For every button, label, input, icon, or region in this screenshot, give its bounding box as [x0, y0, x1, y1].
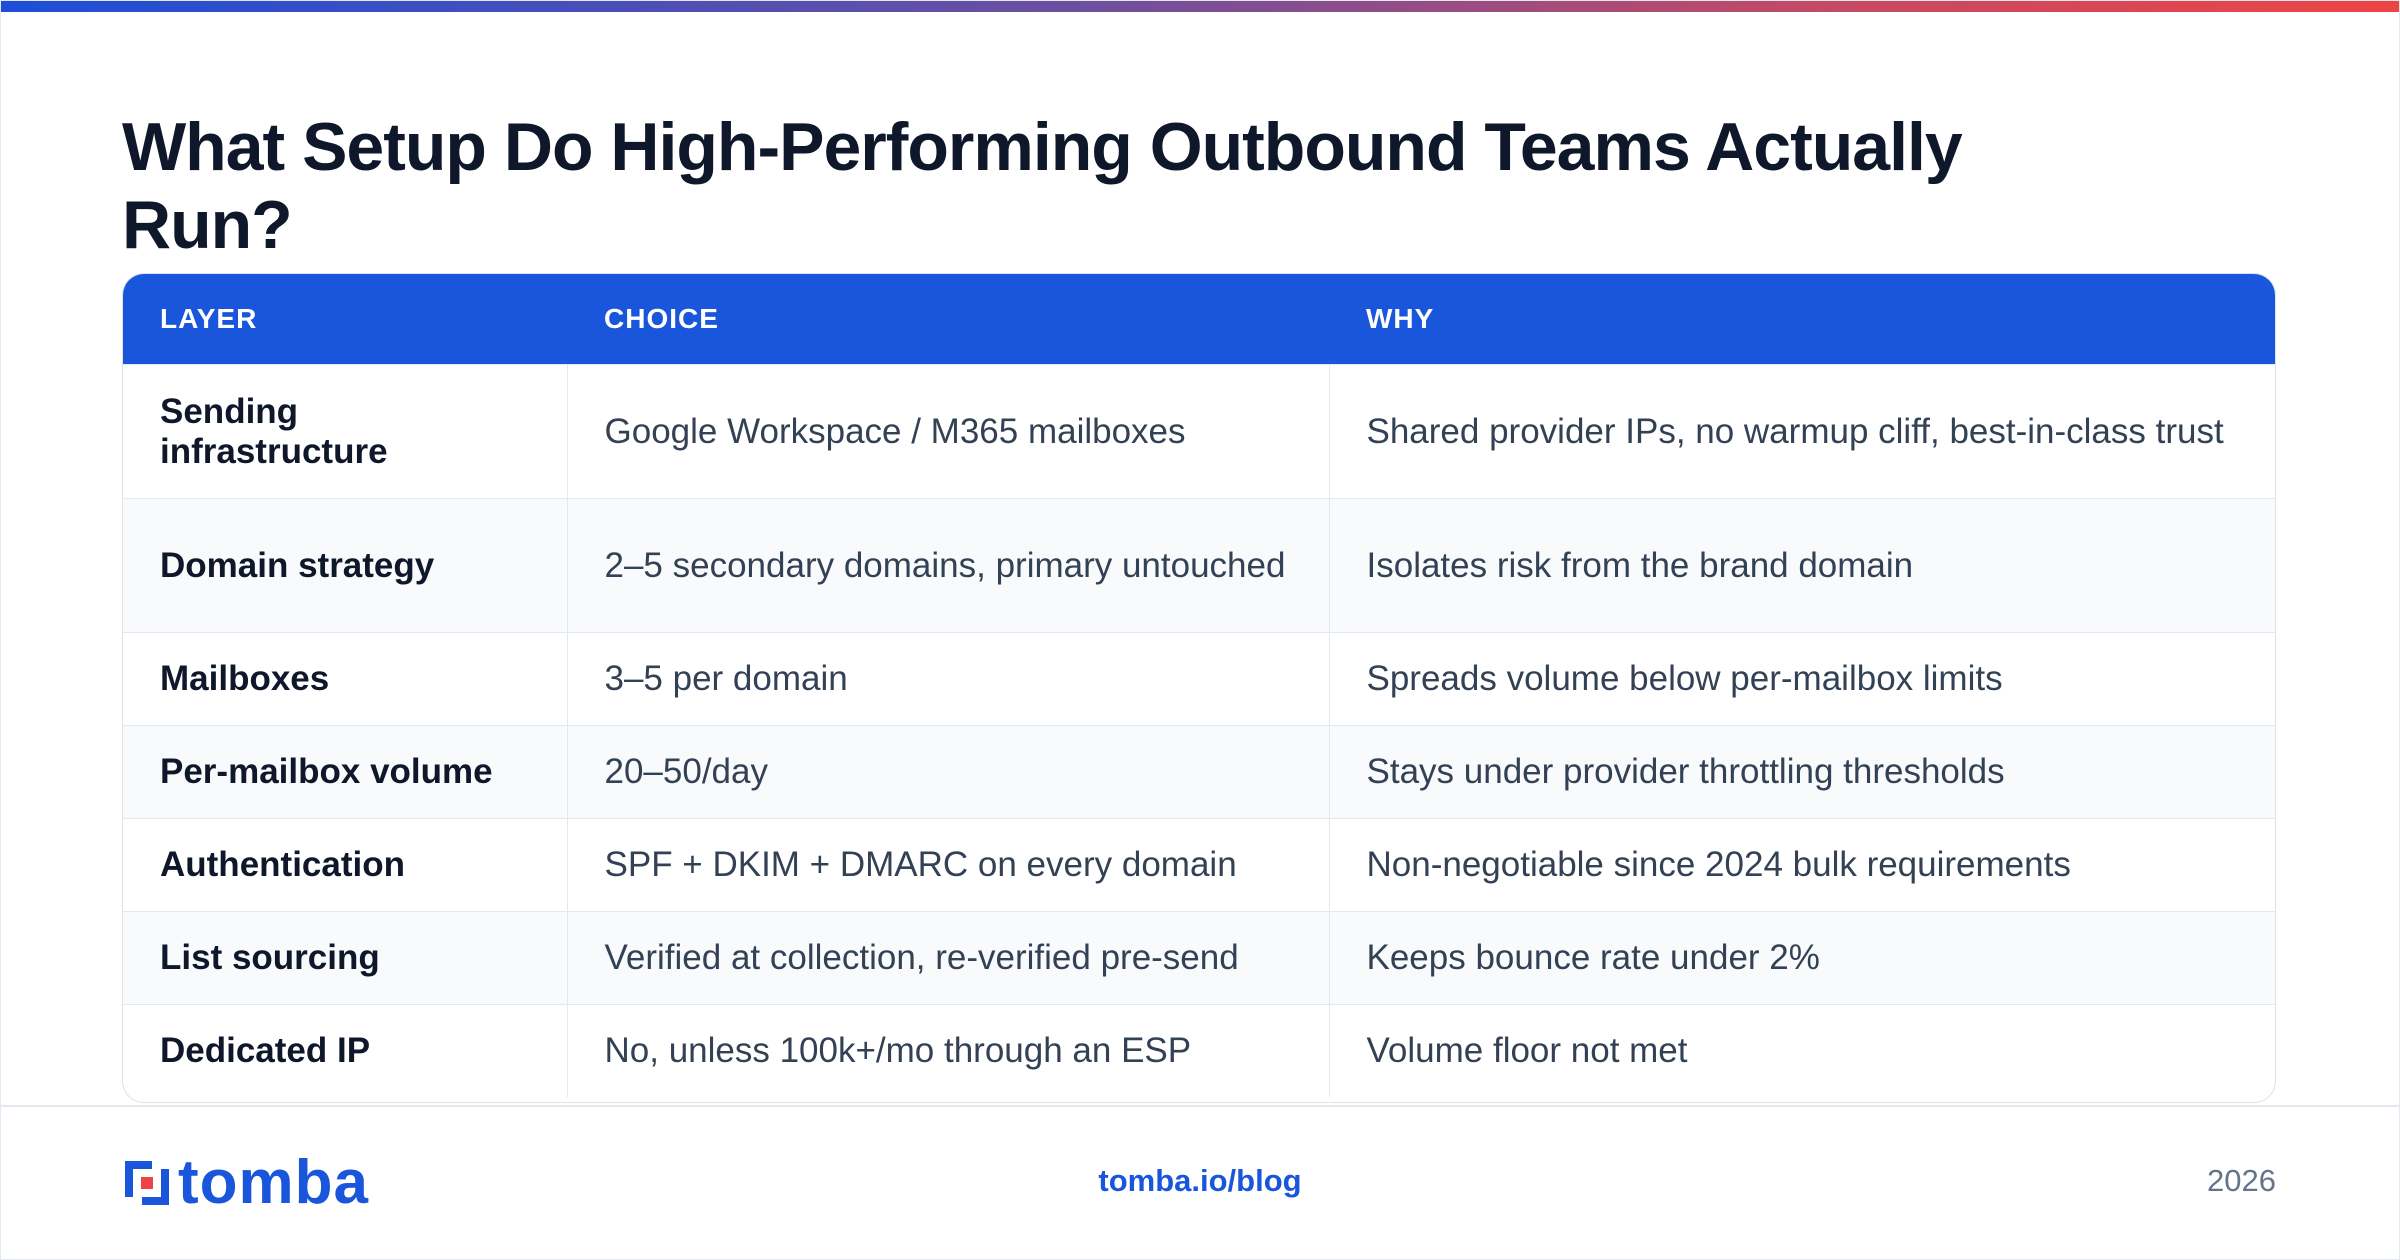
cell-choice: SPF + DKIM + DMARC on every domain — [566, 818, 1329, 912]
cell-layer: Authentication — [123, 818, 567, 912]
header-layer: LAYER — [123, 274, 567, 365]
cell-layer: Sending infrastructure — [123, 364, 567, 499]
table-row: List sourcing Verified at collection, re… — [123, 911, 2275, 1005]
cell-why: Volume floor not met — [1328, 1004, 2275, 1097]
cell-why: Keeps bounce rate under 2% — [1328, 911, 2275, 1005]
table-row: Dedicated IP No, unless 100k+/mo through… — [123, 1004, 2275, 1097]
cell-choice: 2–5 secondary domains, primary untouched — [566, 498, 1329, 633]
cell-why: Stays under provider throttling threshol… — [1328, 725, 2275, 819]
setup-table: LAYER CHOICE WHY Sending infrastructure … — [122, 273, 2276, 1103]
cell-why: Shared provider IPs, no warmup cliff, be… — [1328, 364, 2275, 499]
cell-why: Non-negotiable since 2024 bulk requireme… — [1328, 818, 2275, 912]
blog-link[interactable]: tomba.io/blog — [0, 1163, 2400, 1199]
table-row: Mailboxes 3–5 per domain Spreads volume … — [123, 632, 2275, 726]
cell-layer: Domain strategy — [123, 498, 567, 633]
cell-layer: Dedicated IP — [123, 1004, 567, 1097]
header-why: WHY — [1329, 274, 2275, 365]
cell-why: Spreads volume below per-mailbox limits — [1328, 632, 2275, 726]
cell-layer: Per-mailbox volume — [123, 725, 567, 819]
table-row: Sending infrastructure Google Workspace … — [123, 364, 2275, 499]
cell-layer: Mailboxes — [123, 632, 567, 726]
table-row: Authentication SPF + DKIM + DMARC on eve… — [123, 818, 2275, 912]
cell-choice: 3–5 per domain — [566, 632, 1329, 726]
cell-layer: List sourcing — [123, 911, 567, 1005]
footer-year: 2026 — [2207, 1163, 2276, 1198]
table-row: Per-mailbox volume 20–50/day Stays under… — [123, 725, 2275, 819]
page-title: What Setup Do High-Performing Outbound T… — [122, 109, 1963, 263]
cell-choice: Verified at collection, re-verified pre-… — [566, 911, 1329, 1005]
top-gradient-bar — [0, 0, 2400, 12]
cell-choice: No, unless 100k+/mo through an ESP — [566, 1004, 1329, 1097]
header-choice: CHOICE — [567, 274, 1329, 365]
footer-divider — [0, 1105, 2400, 1107]
cell-choice: Google Workspace / M365 mailboxes — [566, 364, 1329, 499]
table-row: Domain strategy 2–5 secondary domains, p… — [123, 498, 2275, 633]
cell-why: Isolates risk from the brand domain — [1328, 498, 2275, 633]
cell-choice: 20–50/day — [566, 725, 1329, 819]
table-header-row: LAYER CHOICE WHY — [123, 274, 2275, 365]
